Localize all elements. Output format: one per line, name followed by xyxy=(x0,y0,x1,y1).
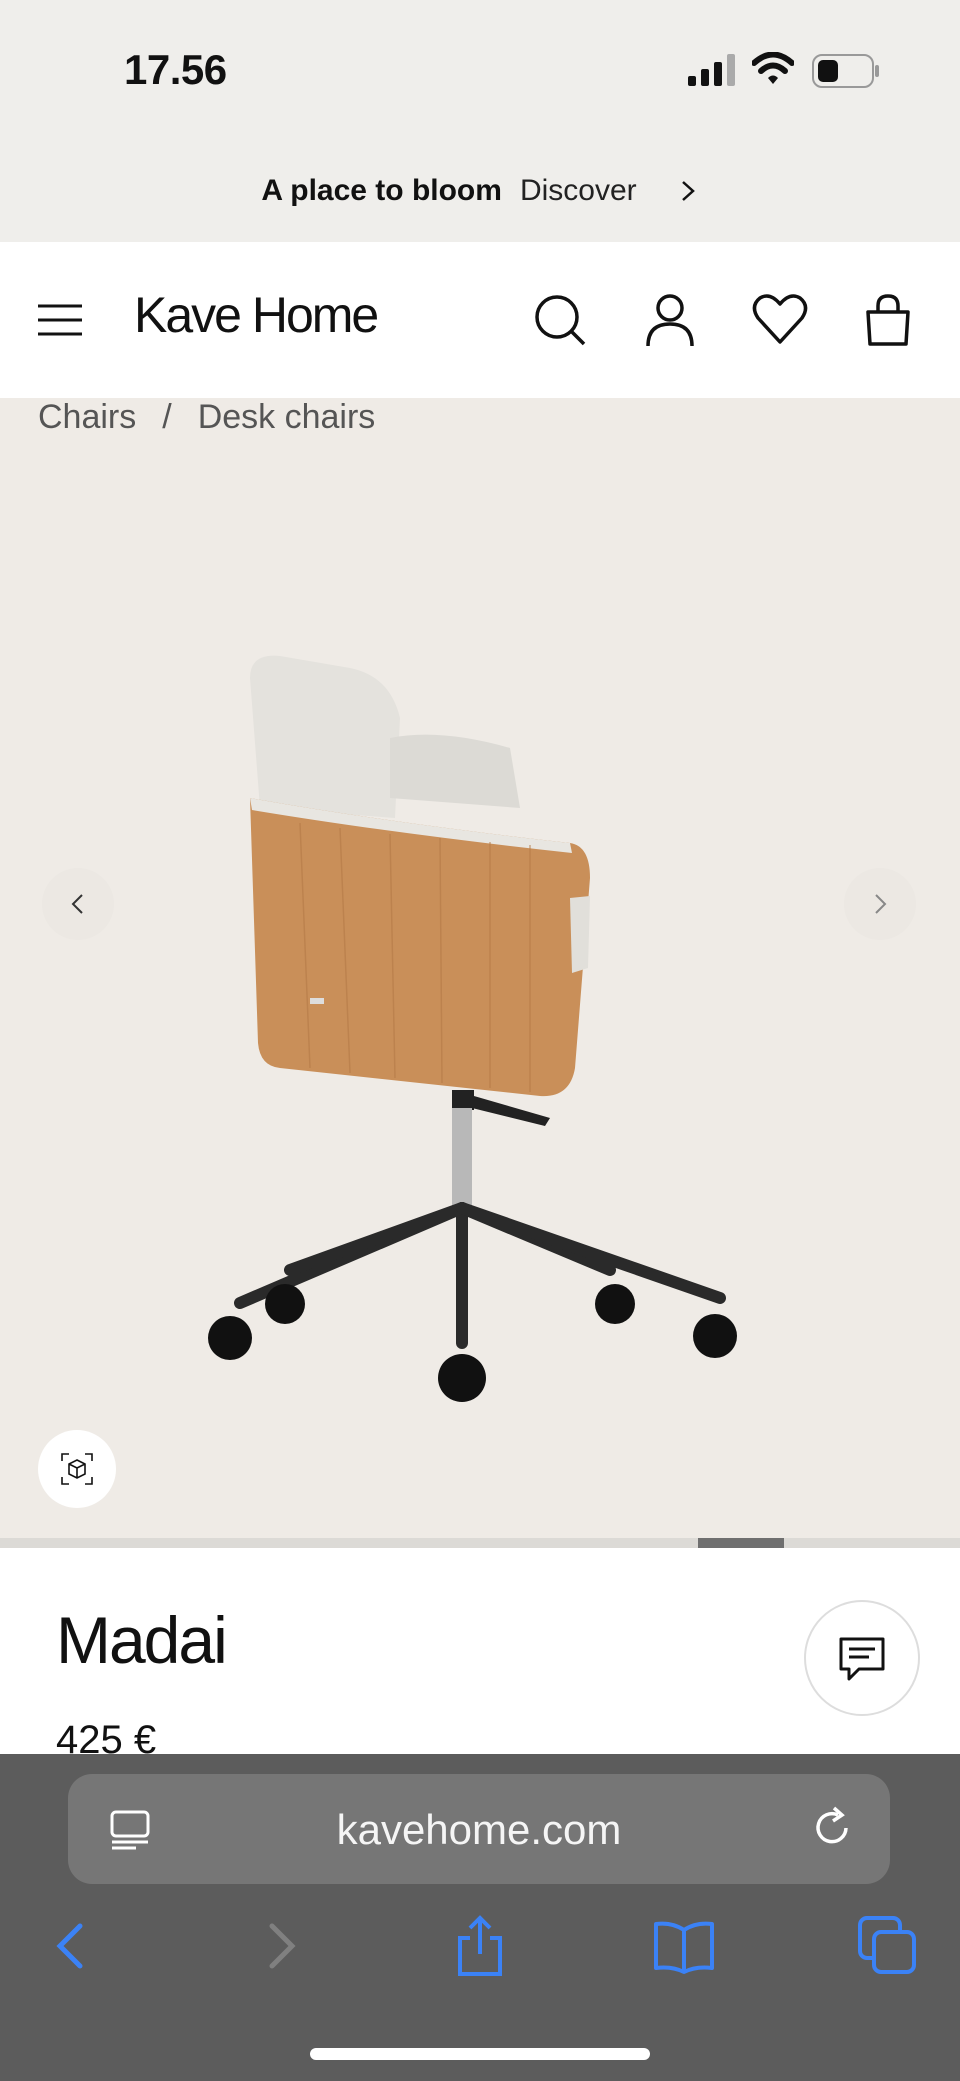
chevron-left-icon xyxy=(71,894,83,914)
wifi-icon xyxy=(752,52,794,84)
address-bar[interactable]: kavehome.com xyxy=(68,1774,890,1884)
back-arrow-icon[interactable] xyxy=(40,1914,104,1978)
menu-icon[interactable] xyxy=(30,290,90,350)
view-in-3d-button[interactable] xyxy=(38,1430,116,1508)
chevron-right-icon xyxy=(681,181,695,201)
gallery-progress-indicator xyxy=(697,1538,785,1548)
product-price: 425 € xyxy=(56,1718,157,1754)
ar-cube-icon xyxy=(61,1453,93,1485)
promo-banner[interactable]: A place to bloom Discover xyxy=(0,140,960,242)
cellular-signal-icon xyxy=(688,54,735,86)
breadcrumb-item-chairs[interactable]: Chairs xyxy=(38,398,136,437)
bookmarks-icon[interactable] xyxy=(652,1914,716,1978)
share-icon[interactable] xyxy=(448,1914,512,1978)
status-bar: 17.56 xyxy=(0,0,960,140)
gallery-prev-button[interactable] xyxy=(42,868,114,940)
site-header: Kave Home xyxy=(0,242,960,398)
search-icon[interactable] xyxy=(530,290,590,350)
promo-title: A place to bloom xyxy=(261,174,502,207)
product-name: Madai xyxy=(56,1603,228,1677)
shopping-bag-icon[interactable] xyxy=(858,290,918,350)
product-image-chair xyxy=(208,655,737,1402)
breadcrumb-separator: / xyxy=(162,398,172,436)
product-gallery[interactable]: Chairs / Desk chairs xyxy=(0,398,960,1538)
tabs-icon[interactable] xyxy=(856,1914,920,1978)
chevron-right-icon xyxy=(875,894,887,914)
chat-button[interactable] xyxy=(804,1600,920,1716)
browser-toolbar: kavehome.com xyxy=(0,1754,960,2081)
breadcrumb-item-desk-chairs[interactable]: Desk chairs xyxy=(198,398,376,437)
account-icon[interactable] xyxy=(640,290,700,350)
wishlist-heart-icon[interactable] xyxy=(750,290,810,350)
brand-logo[interactable]: Kave Home xyxy=(134,286,379,344)
gallery-progress-bar xyxy=(0,1538,960,1548)
chat-bubble-icon xyxy=(839,1637,885,1681)
status-time: 17.56 xyxy=(124,46,227,93)
breadcrumb: Chairs / Desk chairs xyxy=(38,398,375,437)
forward-arrow-icon[interactable] xyxy=(248,1914,312,1978)
promo-discover-link[interactable]: Discover xyxy=(520,174,637,208)
home-indicator[interactable] xyxy=(310,2048,650,2060)
gallery-next-button[interactable] xyxy=(844,868,916,940)
url-text: kavehome.com xyxy=(336,1806,622,1853)
reload-icon[interactable] xyxy=(808,1804,856,1852)
battery-icon xyxy=(812,54,879,88)
